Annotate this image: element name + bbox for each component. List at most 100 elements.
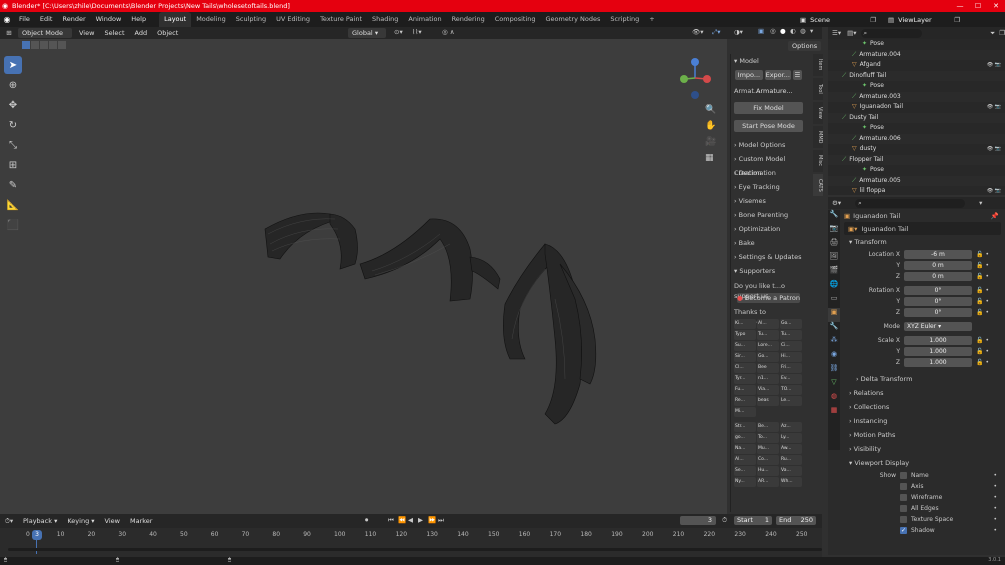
model-panel-header[interactable]: ▾ Model	[731, 54, 806, 68]
supporter-item[interactable]: beas	[757, 396, 779, 406]
section-decimation[interactable]: › Decimation	[731, 166, 806, 180]
measure-tool-icon[interactable]: 📐	[4, 196, 22, 214]
object-name-field[interactable]: ▣▾ Iguanadon Tail	[844, 222, 1001, 235]
checkbox[interactable]	[900, 494, 907, 501]
3d-viewport[interactable]: Options ▾ 🔍 ✋ 🎥 ▦	[0, 39, 822, 514]
filter-icon[interactable]: ⏷	[990, 29, 995, 38]
supporter-item[interactable]: Be...	[757, 422, 779, 432]
workspace-tab-modeling[interactable]: Modeling	[191, 12, 231, 27]
workspace-tab-layout[interactable]: Layout	[159, 12, 192, 27]
close-button[interactable]: ✕	[987, 0, 1005, 12]
select-box-tool-icon[interactable]: ➤	[4, 56, 22, 74]
supporter-item[interactable]: Sir...	[734, 352, 756, 362]
add-workspace-button[interactable]: +	[644, 12, 659, 27]
supporter-item[interactable]: Re...	[734, 396, 756, 406]
section-settings-updates[interactable]: › Settings & Updates	[731, 250, 806, 264]
shading-options-icon[interactable]: ▾	[810, 27, 813, 35]
fix-model-button[interactable]: Fix Model	[734, 102, 803, 114]
shading-solid-icon[interactable]: ●	[780, 27, 786, 35]
end-frame-field[interactable]: End 250	[776, 516, 816, 525]
snap-icon[interactable]: ⌇⌇▾	[412, 28, 422, 36]
particles-tab-icon[interactable]: ⁂	[828, 336, 840, 350]
workspace-tab-compositing[interactable]: Compositing	[490, 12, 541, 27]
object-mode-dropdown[interactable]: Object Mode ▾	[18, 28, 72, 47]
menu-help[interactable]: Help	[126, 12, 151, 27]
delta-transform-header[interactable]: › Delta Transform	[844, 372, 1005, 386]
lock-location-y-icon[interactable]: 🔓	[976, 260, 983, 271]
add-cube-tool-icon[interactable]: ⬛	[4, 216, 22, 234]
supporter-item[interactable]: Bee	[757, 363, 779, 373]
keyframe-rotation-y-icon[interactable]: •	[985, 296, 989, 307]
supporter-item[interactable]: Fu...	[734, 385, 756, 395]
section-optimization[interactable]: › Optimization	[731, 222, 806, 236]
timeline-editor-icon[interactable]: ⏱▾	[0, 517, 18, 526]
new-view-layer-icon[interactable]: ❐	[954, 16, 960, 24]
pin-icon[interactable]: 📌	[991, 212, 999, 220]
supporter-item[interactable]: Wh...	[780, 477, 802, 487]
outliner-row[interactable]: ⟋ Armature.004	[828, 49, 1005, 60]
lock-location-x-icon[interactable]: 🔓	[976, 249, 983, 260]
visibility-eye-icon[interactable]: 👁 📷	[987, 186, 1001, 197]
menu-view[interactable]: View	[74, 27, 99, 39]
supporter-item[interactable]: Se...	[734, 466, 756, 476]
keyframe-dot-icon[interactable]: •	[993, 514, 997, 525]
next-keyframe-icon[interactable]: ⏩	[428, 516, 436, 524]
supporter-item[interactable]: Al...	[734, 455, 756, 465]
constraints-tab-icon[interactable]: ⛓	[828, 364, 840, 378]
workspace-tab-geometry-nodes[interactable]: Geometry Nodes	[541, 12, 606, 27]
workspace-tab-rendering[interactable]: Rendering	[447, 12, 490, 27]
section-bone-parenting[interactable]: › Bone Parenting	[731, 208, 806, 222]
export-button[interactable]: Expor...	[764, 70, 791, 80]
supporter-item[interactable]: Mi...	[734, 407, 756, 417]
playback-menu[interactable]: Playback ▾	[18, 514, 62, 528]
jump-start-icon[interactable]: ⏮	[388, 516, 394, 525]
supporter-item[interactable]: Typo	[734, 330, 756, 340]
motion-paths-header[interactable]: › Motion Paths	[844, 428, 1005, 442]
supporter-item[interactable]: Str...	[734, 422, 756, 432]
import-button[interactable]: Impo...	[735, 70, 763, 80]
supporter-item[interactable]: Lore...	[757, 341, 779, 351]
workspace-tab-scripting[interactable]: Scripting	[605, 12, 644, 27]
prev-keyframe-icon[interactable]: ⏪	[398, 516, 406, 524]
workspace-tab-uv-editing[interactable]: UV Editing	[271, 12, 315, 27]
supporter-item[interactable]: Ci...	[780, 341, 802, 351]
lock-scale-y-icon[interactable]: 🔓	[976, 346, 983, 357]
visibility-eye-icon[interactable]: 👁 📷	[987, 144, 1001, 155]
supporter-item[interactable]: Fri...	[780, 363, 802, 373]
lock-scale-x-icon[interactable]: 🔓	[976, 335, 983, 346]
play-icon[interactable]: ▶	[418, 516, 423, 524]
start-frame-field[interactable]: Start 1	[734, 516, 772, 525]
supporter-item[interactable]: Co...	[757, 455, 779, 465]
armature-selector[interactable]: Armature...	[756, 87, 802, 95]
supporter-item[interactable]: AR...	[757, 477, 779, 487]
outliner-row[interactable]: ⟋ Dinofluff Tail	[828, 70, 1005, 81]
visibility-icon[interactable]: 👁▾	[692, 28, 704, 36]
supporter-item[interactable]: TO...	[780, 385, 802, 395]
scene-tab-icon[interactable]: 🎬	[828, 266, 840, 280]
tab-item[interactable]: Item	[813, 54, 823, 76]
outliner-row[interactable]: ✦ Pose	[828, 165, 1005, 176]
physics-tab-icon[interactable]: ◉	[828, 350, 840, 364]
keyframe-location-y-icon[interactable]: •	[985, 260, 989, 271]
shading-rendered-icon[interactable]: ◍	[800, 27, 806, 35]
supporter-item[interactable]: Go...	[757, 352, 779, 362]
supporter-item[interactable]: Cl...	[734, 363, 756, 373]
shading-wireframe-icon[interactable]: ◎	[770, 27, 776, 35]
checkbox[interactable]	[900, 516, 907, 523]
annotate-tool-icon[interactable]: ✎	[4, 176, 22, 194]
object-tab-icon[interactable]: ▣	[828, 308, 840, 322]
instancing-header[interactable]: › Instancing	[844, 414, 1005, 428]
options-icon[interactable]: ▾	[979, 199, 982, 207]
pivot-icon[interactable]: ⊙▾	[394, 28, 403, 36]
scale-z-field[interactable]: 1.000	[904, 358, 972, 367]
collections-header[interactable]: › Collections	[844, 400, 1005, 414]
keyframe-scale-z-icon[interactable]: •	[985, 357, 989, 368]
collection-tab-icon[interactable]: ▭	[828, 294, 840, 308]
supporter-item[interactable]: Ny...	[734, 477, 756, 487]
supporter-item[interactable]: To...	[757, 433, 779, 443]
output-tab-icon[interactable]: 🖨	[828, 238, 840, 252]
supporter-item[interactable]: Hi...	[780, 352, 802, 362]
keyframe-dot-icon[interactable]: •	[993, 481, 997, 492]
visibility-eye-icon[interactable]: 👁 📷	[987, 102, 1001, 113]
preview-range-icon[interactable]: ⏱	[722, 516, 727, 525]
